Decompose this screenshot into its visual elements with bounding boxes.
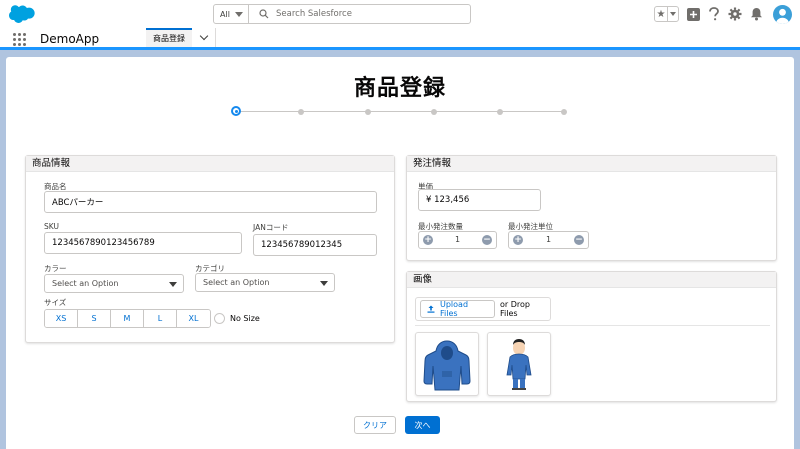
decrement-icon[interactable]: + <box>513 235 523 245</box>
header-actions: ★ <box>654 4 792 24</box>
search-input[interactable] <box>276 9 456 19</box>
path-line <box>235 111 565 112</box>
size-button-l[interactable]: L <box>144 310 177 327</box>
path-step-3[interactable] <box>365 109 371 115</box>
upload-files-button[interactable]: Upload Files <box>420 300 496 318</box>
hoodie-image <box>423 340 471 391</box>
app-launcher-icon[interactable] <box>13 33 26 46</box>
no-size-radio[interactable] <box>214 313 225 324</box>
product-info-header: 商品情報 <box>26 156 394 172</box>
favorites-group: ★ <box>654 6 679 22</box>
path-step-1[interactable] <box>231 106 241 116</box>
global-add-icon[interactable] <box>686 7 700 21</box>
product-info-section: 商品情報 商品名 ABCパーカー SKU 1234567890123456789… <box>25 155 395 343</box>
increment-icon[interactable]: − <box>482 235 492 245</box>
min-order-qty-stepper: 1 + − <box>418 231 497 249</box>
path-step-6[interactable] <box>561 109 567 115</box>
product-name-field[interactable]: ABCパーカー <box>44 191 377 213</box>
min-order-unit-stepper: 1 + − <box>508 231 589 249</box>
person-in-hoodie-image <box>506 339 532 390</box>
nav-accent-bar <box>0 47 800 50</box>
help-icon[interactable] <box>707 7 721 21</box>
person-in-hoodie-thumbnail[interactable] <box>487 332 551 396</box>
search-icon <box>259 9 269 19</box>
favorites-star-icon[interactable]: ★ <box>655 7 668 21</box>
color-select[interactable]: Select an Option <box>44 274 184 293</box>
progress-path <box>231 106 571 118</box>
sku-field[interactable]: 1234567890123456789 <box>44 232 242 254</box>
chevron-down-icon <box>234 11 243 17</box>
hoodie-thumbnail[interactable] <box>415 332 479 396</box>
notifications-bell-icon[interactable] <box>749 7 763 21</box>
chevron-down-icon <box>320 281 328 286</box>
jan-code-field[interactable]: 123456789012345 <box>253 234 377 256</box>
chevron-down-icon <box>670 12 676 16</box>
jan-code-label: JANコード <box>253 223 289 232</box>
favorites-list-button[interactable] <box>668 7 678 21</box>
search-scope-label: All <box>220 9 230 19</box>
global-search: All <box>213 4 471 24</box>
clear-button[interactable]: クリア <box>354 416 396 434</box>
chevron-down-icon <box>169 282 177 287</box>
size-button-group: XS S M L XL <box>44 309 211 328</box>
chevron-down-icon <box>199 31 208 41</box>
color-select-value: Select an Option <box>52 279 119 288</box>
path-step-4[interactable] <box>431 109 437 115</box>
app-name: DemoApp <box>40 32 100 46</box>
search-scope-select[interactable]: All <box>214 5 249 23</box>
page-title: 商品登録 <box>353 76 446 101</box>
drop-files-label: or Drop Files <box>500 300 530 318</box>
size-button-xl[interactable]: XL <box>177 310 210 327</box>
image-section-header: 画像 <box>407 272 776 288</box>
no-size-label: No Size <box>230 314 260 323</box>
setup-gear-icon[interactable] <box>728 7 742 21</box>
size-label: サイズ <box>44 298 67 307</box>
order-info-section: 発注情報 単価 ¥ 123,456 最小発注数量 1 + − 最小発注単位 1 … <box>406 155 777 261</box>
upload-icon <box>427 305 435 313</box>
upload-files-label: Upload Files <box>439 300 469 318</box>
sku-label: SKU <box>44 222 59 231</box>
size-button-m[interactable]: M <box>111 310 144 327</box>
image-section: 画像 Upload Files or Drop Files <box>406 271 777 402</box>
path-step-5[interactable] <box>497 109 503 115</box>
tab-product-registration[interactable]: 商品登録 <box>146 28 192 47</box>
file-drop-zone[interactable]: Upload Files or Drop Files <box>415 297 551 321</box>
order-info-header: 発注情報 <box>407 156 776 172</box>
category-select[interactable]: Select an Option <box>195 273 335 292</box>
unit-price-field[interactable]: ¥ 123,456 <box>418 189 541 211</box>
image-divider <box>415 325 770 326</box>
salesforce-cloud-icon[interactable] <box>9 5 35 23</box>
size-button-s[interactable]: S <box>78 310 111 327</box>
app-navigation-bar: DemoApp 商品登録 <box>0 28 800 50</box>
path-step-2[interactable] <box>298 109 304 115</box>
no-size-option[interactable]: No Size <box>214 313 260 324</box>
user-avatar-icon[interactable] <box>773 4 792 24</box>
category-select-value: Select an Option <box>203 278 270 287</box>
next-button[interactable]: 次へ <box>405 416 440 434</box>
color-label: カラー <box>44 264 67 273</box>
size-button-xs[interactable]: XS <box>45 310 78 327</box>
global-header: All ★ <box>0 0 800 28</box>
increment-icon[interactable]: − <box>574 235 584 245</box>
tab-menu-button[interactable] <box>192 28 216 47</box>
decrement-icon[interactable]: + <box>423 235 433 245</box>
